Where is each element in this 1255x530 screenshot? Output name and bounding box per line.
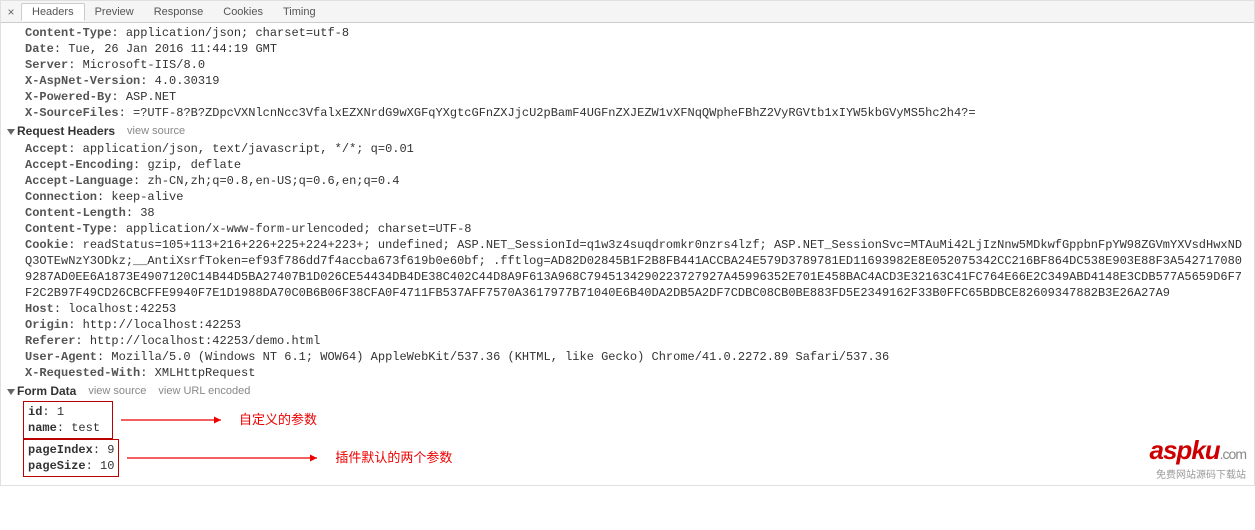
header-row: Host: localhost:42253 (7, 301, 1248, 317)
header-row: X-SourceFiles: =?UTF-8?B?ZDpcVXNlcnNcc3V… (7, 105, 1248, 121)
form-box-custom: id: 1 name: test (23, 401, 113, 439)
header-row: User-Agent: Mozilla/5.0 (Windows NT 6.1;… (7, 349, 1248, 365)
header-row: Content-Type: application/json; charset=… (7, 25, 1248, 41)
view-source-link[interactable]: view source (127, 123, 185, 139)
form-data-section[interactable]: Form Data view source view URL encoded (7, 381, 1248, 401)
chevron-down-icon (7, 389, 15, 395)
header-row: X-Powered-By: ASP.NET (7, 89, 1248, 105)
header-row: Cookie: readStatus=105+113+216+226+225+2… (7, 237, 1248, 301)
header-row: Connection: keep-alive (7, 189, 1248, 205)
tab-cookies[interactable]: Cookies (213, 4, 273, 20)
devtools-tabs: × Headers Preview Response Cookies Timin… (1, 1, 1254, 23)
header-row: X-AspNet-Version: 4.0.30319 (7, 73, 1248, 89)
header-row: Content-Type: application/x-www-form-url… (7, 221, 1248, 237)
header-row: Referer: http://localhost:42253/demo.htm… (7, 333, 1248, 349)
request-headers-section[interactable]: Request Headers view source (7, 121, 1248, 141)
header-row: Date: Tue, 26 Jan 2016 11:44:19 GMT (7, 41, 1248, 57)
annotation-custom: 自定义的参数 (239, 412, 317, 428)
chevron-down-icon (7, 129, 15, 135)
watermark: aspku.com 免费网站源码下载站 (1150, 435, 1247, 481)
tab-timing[interactable]: Timing (273, 4, 326, 20)
form-default-params: pageIndex: 9 pageSize: 10 插件默认的两个参数 (7, 439, 1248, 477)
annotation-default: 插件默认的两个参数 (335, 450, 452, 466)
arrow-icon (127, 450, 327, 466)
tab-response[interactable]: Response (144, 4, 214, 20)
header-row: Content-Length: 38 (7, 205, 1248, 221)
form-box-default: pageIndex: 9 pageSize: 10 (23, 439, 119, 477)
header-row: Accept: application/json, text/javascrip… (7, 141, 1248, 157)
tab-headers[interactable]: Headers (21, 3, 85, 21)
arrow-icon (121, 412, 231, 428)
header-row: X-Requested-With: XMLHttpRequest (7, 365, 1248, 381)
header-row: Accept-Language: zh-CN,zh;q=0.8,en-US;q=… (7, 173, 1248, 189)
tab-preview[interactable]: Preview (85, 4, 144, 20)
view-source-link[interactable]: view source (88, 383, 146, 399)
headers-pane: Content-Type: application/json; charset=… (1, 23, 1254, 485)
close-icon[interactable]: × (5, 5, 17, 19)
view-url-encoded-link[interactable]: view URL encoded (158, 383, 250, 399)
header-row: Accept-Encoding: gzip, deflate (7, 157, 1248, 173)
header-row: Origin: http://localhost:42253 (7, 317, 1248, 333)
form-custom-params: id: 1 name: test 自定义的参数 (7, 401, 1248, 439)
header-row: Server: Microsoft-IIS/8.0 (7, 57, 1248, 73)
